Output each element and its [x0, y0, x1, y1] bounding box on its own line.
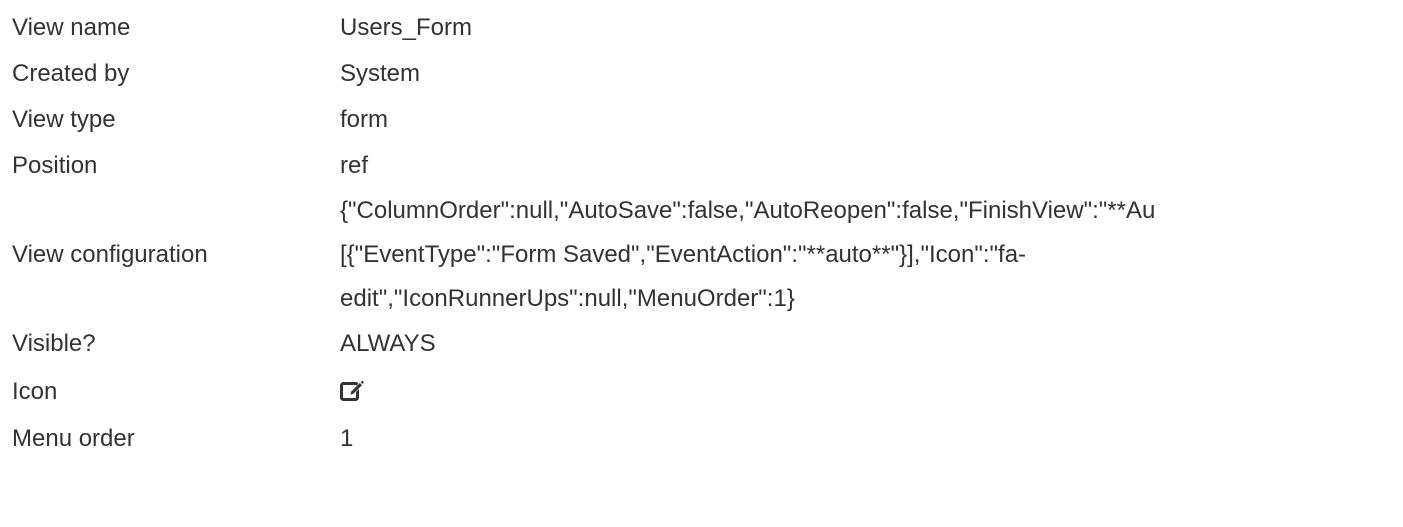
- view-configuration-value: {"ColumnOrder":null,"AutoSave":false,"Au…: [340, 189, 1380, 321]
- row-view-name: View name Users_Form: [12, 5, 1403, 51]
- edit-icon: [340, 367, 364, 413]
- view-type-label: View type: [12, 106, 116, 133]
- created-by-label: Created by: [12, 60, 130, 87]
- position-label: Position: [12, 152, 98, 179]
- view-configuration-label: View configuration: [12, 241, 208, 268]
- view-configuration-line: edit","IconRunnerUps":null,"MenuOrder":1…: [340, 285, 795, 312]
- view-properties: View name Users_Form Created by System V…: [0, 0, 1403, 462]
- menu-order-value: 1: [340, 425, 354, 452]
- visible-value: ALWAYS: [340, 330, 436, 357]
- icon-value: [340, 367, 1403, 416]
- row-menu-order: Menu order 1: [12, 416, 1403, 462]
- view-configuration-line: [{"EventType":"Form Saved","EventAction"…: [340, 241, 1027, 268]
- view-configuration-line: {"ColumnOrder":null,"AutoSave":false,"Au…: [340, 197, 1156, 224]
- position-value: ref: [340, 152, 369, 179]
- row-position: Position ref: [12, 143, 1403, 189]
- visible-label: Visible?: [12, 330, 96, 357]
- row-view-type: View type form: [12, 97, 1403, 143]
- view-type-value: form: [340, 106, 388, 133]
- row-visible: Visible? ALWAYS: [12, 321, 1403, 367]
- created-by-value: System: [340, 60, 421, 87]
- row-created-by: Created by System: [12, 51, 1403, 97]
- row-icon: Icon: [12, 367, 1403, 416]
- view-name-label: View name: [12, 14, 131, 41]
- row-view-configuration: View configuration {"ColumnOrder":null,"…: [12, 189, 1403, 321]
- menu-order-label: Menu order: [12, 425, 135, 452]
- icon-label: Icon: [12, 377, 58, 405]
- view-name-value: Users_Form: [340, 14, 473, 41]
